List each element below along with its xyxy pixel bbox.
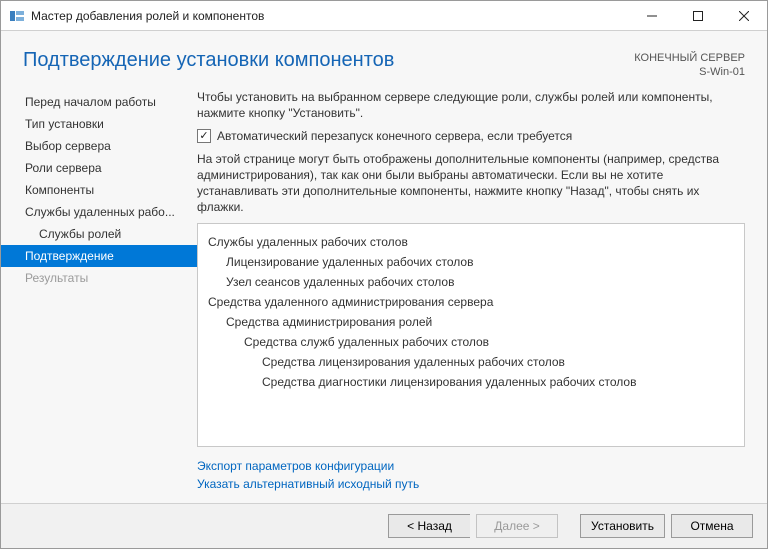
sidebar-item-install-type[interactable]: Тип установки	[1, 113, 197, 135]
sidebar-item-server-select[interactable]: Выбор сервера	[1, 135, 197, 157]
content-area: Подтверждение установки компонентов КОНЕ…	[1, 31, 767, 548]
minimize-button[interactable]	[629, 1, 675, 31]
header-row: Подтверждение установки компонентов КОНЕ…	[1, 31, 767, 89]
note-text: На этой странице могут быть отображены д…	[197, 151, 745, 215]
sidebar-item-confirmation[interactable]: Подтверждение	[1, 245, 197, 267]
list-item: Средства лицензирования удаленных рабочи…	[208, 352, 734, 372]
close-button[interactable]	[721, 1, 767, 31]
alt-source-link[interactable]: Указать альтернативный исходный путь	[197, 475, 745, 493]
sidebar-item-features[interactable]: Компоненты	[1, 179, 197, 201]
wizard-window: Мастер добавления ролей и компонентов По…	[0, 0, 768, 549]
component-listing[interactable]: Службы удаленных рабочих столов Лицензир…	[197, 223, 745, 447]
server-label: КОНЕЧНЫЙ СЕРВЕР	[634, 51, 745, 65]
window-title: Мастер добавления ролей и компонентов	[31, 9, 264, 23]
export-config-link[interactable]: Экспорт параметров конфигурации	[197, 457, 745, 475]
list-item: Средства администрирования ролей	[208, 312, 734, 332]
page-title: Подтверждение установки компонентов	[23, 49, 634, 72]
back-button[interactable]: < Назад	[388, 514, 470, 538]
cancel-button[interactable]: Отмена	[671, 514, 753, 538]
links-area: Экспорт параметров конфигурации Указать …	[197, 447, 745, 497]
list-item: Средства диагностики лицензирования удал…	[208, 372, 734, 392]
intro-text: Чтобы установить на выбранном сервере сл…	[197, 89, 745, 121]
sidebar-item-rds[interactable]: Службы удаленных рабо...	[1, 201, 197, 223]
list-item: Средства удаленного администрирования се…	[208, 292, 734, 312]
sidebar-item-server-roles[interactable]: Роли сервера	[1, 157, 197, 179]
install-button[interactable]: Установить	[580, 514, 665, 538]
sidebar-item-results: Результаты	[1, 267, 197, 289]
body-row: Перед началом работы Тип установки Выбор…	[1, 89, 767, 503]
list-item: Лицензирование удаленных рабочих столов	[208, 252, 734, 272]
maximize-button[interactable]	[675, 1, 721, 31]
button-row: < Назад Далее > Установить Отмена	[1, 503, 767, 548]
list-item: Службы удаленных рабочих столов	[208, 232, 734, 252]
list-item: Средства служб удаленных рабочих столов	[208, 332, 734, 352]
sidebar: Перед началом работы Тип установки Выбор…	[1, 89, 197, 497]
titlebar: Мастер добавления ролей и компонентов	[1, 1, 767, 31]
sidebar-item-role-services[interactable]: Службы ролей	[1, 223, 197, 245]
auto-restart-checkbox[interactable]: ✓	[197, 129, 211, 143]
list-item: Узел сеансов удаленных рабочих столов	[208, 272, 734, 292]
auto-restart-row: ✓ Автоматический перезапуск конечного се…	[197, 129, 745, 143]
sidebar-item-before-begin[interactable]: Перед началом работы	[1, 91, 197, 113]
main-panel: Чтобы установить на выбранном сервере сл…	[197, 89, 745, 497]
server-name: S-Win-01	[634, 65, 745, 79]
auto-restart-label: Автоматический перезапуск конечного серв…	[217, 129, 572, 143]
next-button: Далее >	[476, 514, 558, 538]
app-icon	[9, 8, 25, 24]
server-info: КОНЕЧНЫЙ СЕРВЕР S-Win-01	[634, 51, 745, 79]
